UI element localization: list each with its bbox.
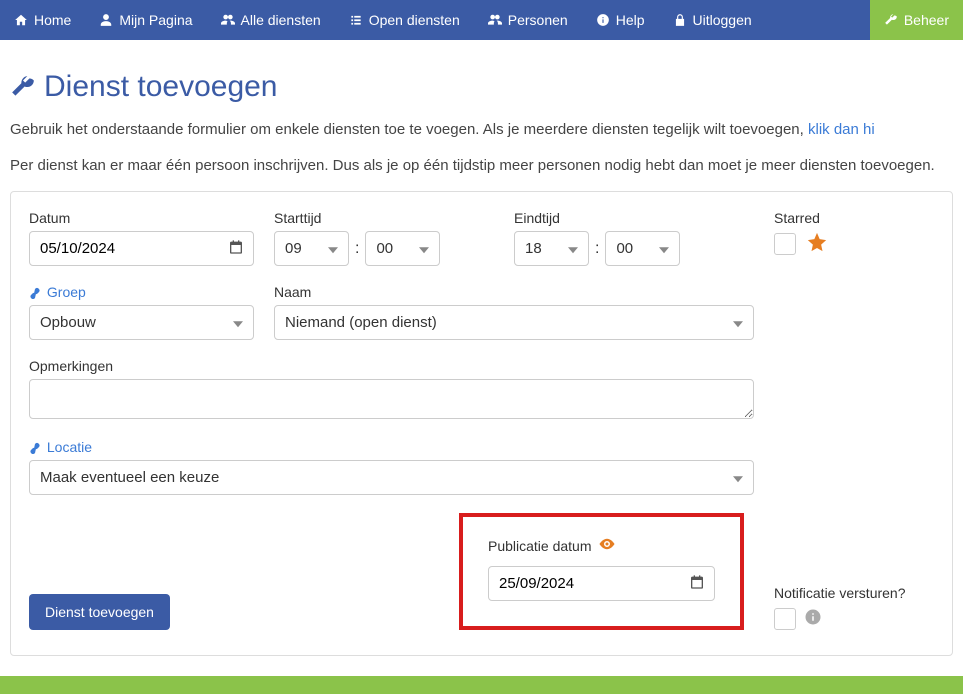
groep-label[interactable]: Groep [29, 284, 254, 300]
intro-1: Gebruik het onderstaande formulier om en… [10, 119, 953, 140]
pubdatum-highlight: Publicatie datum [459, 513, 744, 630]
pubdatum-label: Publicatie datum [488, 535, 715, 556]
end-min-select[interactable]: 00 [605, 231, 680, 266]
nav-open-diensten[interactable]: Open diensten [335, 0, 474, 40]
nav-beheer-label: Beheer [904, 12, 949, 28]
page-title-text: Dienst toevoegen [44, 70, 278, 104]
lock-icon [673, 13, 687, 27]
submit-button[interactable]: Dienst toevoegen [29, 594, 170, 630]
page-title: Dienst toevoegen [10, 70, 953, 104]
nav-open-label: Open diensten [369, 12, 460, 28]
locatie-label[interactable]: Locatie [29, 439, 754, 455]
nav-personen[interactable]: Personen [474, 0, 582, 40]
opmerkingen-input[interactable] [29, 379, 754, 419]
intro-link[interactable]: klik dan hi [808, 121, 875, 138]
info-icon [596, 13, 610, 27]
colon: : [355, 240, 359, 258]
nav-alle-label: Alle diensten [241, 12, 321, 28]
datum-label: Datum [29, 210, 254, 226]
nav-uitloggen-label: Uitloggen [693, 12, 752, 28]
form-card: Datum Starttijd 09 : 00 Eindtijd 18 : [10, 191, 953, 656]
nav-personen-label: Personen [508, 12, 568, 28]
naam-select[interactable]: Niemand (open dienst) [274, 305, 754, 340]
info-icon [804, 608, 822, 630]
wrench-icon [10, 74, 36, 100]
pubdatum-input[interactable] [488, 566, 715, 601]
nav-mijn-label: Mijn Pagina [119, 12, 192, 28]
navbar: Home Mijn Pagina Alle diensten Open dien… [0, 0, 963, 40]
datum-input[interactable] [29, 231, 254, 266]
notif-label: Notificatie versturen? [774, 585, 906, 601]
list-icon [349, 13, 363, 27]
notif-checkbox[interactable] [774, 608, 796, 630]
end-hour-select[interactable]: 18 [514, 231, 589, 266]
nav-beheer[interactable]: Beheer [870, 0, 963, 40]
nav-mijn-pagina[interactable]: Mijn Pagina [85, 0, 206, 40]
eindtijd-label: Eindtijd [514, 210, 694, 226]
opmerkingen-label: Opmerkingen [29, 358, 754, 374]
nav-uitloggen[interactable]: Uitloggen [659, 0, 766, 40]
starttijd-label: Starttijd [274, 210, 454, 226]
start-hour-select[interactable]: 09 [274, 231, 349, 266]
nav-alle-diensten[interactable]: Alle diensten [207, 0, 335, 40]
starred-label: Starred [774, 210, 854, 226]
intro-2: Per dienst kan er maar één persoon insch… [10, 155, 953, 176]
link-icon [29, 439, 43, 455]
colon: : [595, 240, 599, 258]
eye-icon [598, 535, 616, 556]
nav-home[interactable]: Home [0, 0, 85, 40]
users-icon [221, 13, 235, 27]
nav-help[interactable]: Help [582, 0, 659, 40]
naam-label: Naam [274, 284, 754, 300]
star-icon [806, 231, 828, 257]
link-icon [29, 284, 43, 300]
start-min-select[interactable]: 00 [365, 231, 440, 266]
users-icon [488, 13, 502, 27]
home-icon [14, 13, 28, 27]
locatie-select[interactable]: Maak eventueel een keuze [29, 460, 754, 495]
groep-select[interactable]: Opbouw [29, 305, 254, 340]
user-icon [99, 13, 113, 27]
starred-checkbox[interactable] [774, 233, 796, 255]
wrench-icon [884, 13, 898, 27]
nav-home-label: Home [34, 12, 71, 28]
nav-help-label: Help [616, 12, 645, 28]
footer-bar [0, 676, 963, 694]
